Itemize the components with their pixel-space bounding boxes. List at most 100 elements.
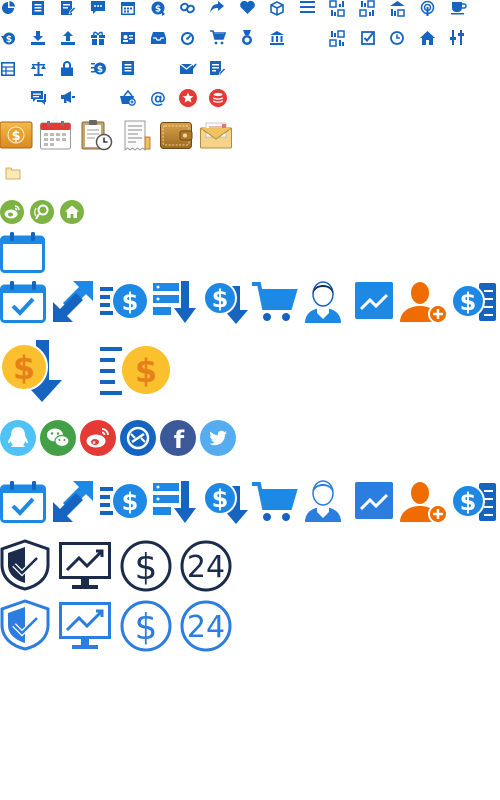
clipboard-clock-icon xyxy=(81,119,113,151)
dollar-circle-icon: $ xyxy=(120,600,172,652)
transfer-arrows-icon xyxy=(51,281,95,322)
equalizer-icon xyxy=(450,30,465,45)
stats-alt-icon xyxy=(359,0,375,17)
svg-text:$: $ xyxy=(155,5,161,15)
speedometer-icon xyxy=(180,31,195,45)
lock-icon xyxy=(61,61,73,76)
money-transfer-icon: $ xyxy=(151,1,166,16)
star-badge-icon xyxy=(179,89,197,107)
at-sign-text: @ xyxy=(150,88,166,107)
folder-icon xyxy=(5,167,21,180)
checkbox-icon xyxy=(361,31,375,45)
box-icon xyxy=(270,1,284,16)
dollar-sign-text: $ xyxy=(460,488,477,516)
shopping-cart-icon xyxy=(252,282,298,322)
document-alt-icon xyxy=(122,61,134,75)
tencent-icon xyxy=(120,420,156,456)
24-hours-icon: 24 xyxy=(180,540,232,592)
calendar-icon xyxy=(121,1,135,15)
dollar-sign-text: $ xyxy=(135,607,158,648)
facebook-icon: f xyxy=(160,420,196,456)
money-list-icon: $ xyxy=(100,481,148,521)
svg-text:$: $ xyxy=(6,35,12,45)
share-icon xyxy=(210,1,224,13)
transfer-arrows-icon xyxy=(51,481,95,522)
twitter-icon xyxy=(200,420,236,456)
home-green-icon xyxy=(60,200,84,224)
inbox-icon xyxy=(151,32,166,44)
server-download-icon xyxy=(153,481,197,524)
wallet-icon xyxy=(160,122,193,149)
dollar-sign-text: $ xyxy=(122,488,139,516)
list-icon xyxy=(300,1,315,13)
dollar-sign-text: $ xyxy=(212,285,229,313)
shield-check-icon xyxy=(0,539,50,591)
signal-icon xyxy=(420,0,435,16)
stats-alt2-icon xyxy=(390,1,405,17)
comments-icon xyxy=(31,91,46,105)
home-icon xyxy=(420,31,435,45)
server-download-icon xyxy=(153,281,197,324)
weibo-icon xyxy=(80,420,116,456)
add-user-icon xyxy=(400,280,448,324)
gold-money-list-icon: $ xyxy=(100,345,172,397)
money-cycle-icon: $ xyxy=(1,31,16,46)
shield-check-icon xyxy=(0,599,50,651)
medal-icon xyxy=(241,30,253,46)
wechat-icon xyxy=(40,420,76,456)
svg-text:$: $ xyxy=(97,65,103,75)
user-avatar-icon xyxy=(303,279,343,323)
calendar-check-icon xyxy=(0,480,46,523)
at-icon: @ xyxy=(149,88,167,107)
megaphone-icon xyxy=(61,91,75,104)
calendar-color-icon xyxy=(40,121,71,150)
gift-icon xyxy=(91,31,105,45)
24-hours-icon: 24 xyxy=(180,600,232,652)
trend-chart-icon xyxy=(355,482,393,519)
money-down-icon: $ xyxy=(202,480,248,524)
edit-list-icon xyxy=(210,61,226,76)
gold-money-down-icon: $ xyxy=(0,340,68,402)
bank-icon xyxy=(270,31,284,45)
table-icon xyxy=(1,62,15,76)
dollar-sign-text: $ xyxy=(13,349,35,387)
calendar-empty-icon xyxy=(0,231,45,273)
coffee-icon xyxy=(451,1,467,15)
heart-icon xyxy=(240,0,255,15)
money-list-icon: $ xyxy=(100,281,148,321)
id-card-icon xyxy=(121,32,135,44)
trend-chart-icon xyxy=(355,282,393,319)
dollar-sign-text: $ xyxy=(122,288,139,316)
link-icon xyxy=(180,1,195,15)
dollar-sign-text: $ xyxy=(460,288,477,316)
hours-24-text: 24 xyxy=(187,550,225,585)
dollar-sign-text: $ xyxy=(135,547,158,588)
receipt-icon xyxy=(123,120,151,152)
clock-icon xyxy=(390,31,404,45)
grid-stats-icon xyxy=(329,30,345,47)
dollar-sign-text: $ xyxy=(212,485,229,513)
qq-icon xyxy=(0,420,36,456)
money-down-icon: $ xyxy=(202,280,248,324)
cart-icon xyxy=(210,30,227,45)
chat-icon xyxy=(91,1,105,14)
weibo-green-icon xyxy=(0,200,24,224)
money-stack-icon: $ xyxy=(451,281,497,323)
coins-stack-icon xyxy=(209,89,227,107)
tencent-weibo-icon xyxy=(30,200,54,224)
money-list-icon: $ xyxy=(91,62,106,75)
envelope-icon xyxy=(200,122,232,149)
stats-icon xyxy=(329,0,345,17)
balance-scale-icon xyxy=(31,61,46,76)
edit-document-icon xyxy=(61,1,76,15)
email-check-icon xyxy=(179,62,197,75)
dollar-circle-icon: $ xyxy=(120,540,172,592)
add-user-icon xyxy=(400,480,448,524)
shopping-basket-icon xyxy=(120,89,136,106)
shopping-cart-icon xyxy=(252,482,298,522)
facebook-letter-text: f xyxy=(174,426,185,454)
pie-chart-icon xyxy=(1,1,15,15)
dollar-box-icon: $ xyxy=(0,121,33,149)
monitor-chart-icon xyxy=(59,542,111,590)
hours-24-text: 24 xyxy=(187,610,225,645)
